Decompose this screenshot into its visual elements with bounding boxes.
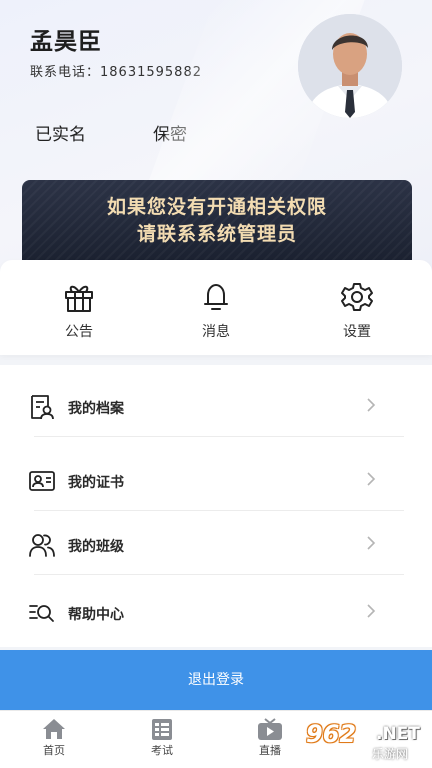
quick-announcement-label: 公告 bbox=[65, 324, 93, 340]
gift-icon bbox=[65, 285, 93, 312]
tab-live-label: 直播 bbox=[259, 744, 281, 757]
exam-icon bbox=[152, 719, 172, 740]
watermark-net: .NET bbox=[376, 724, 420, 744]
tab-exam[interactable]: 考试 bbox=[132, 717, 192, 758]
menu-item-certificate[interactable]: 我的证书 bbox=[28, 451, 404, 511]
quick-messages[interactable]: 消息 bbox=[176, 280, 256, 341]
banner-line-2: 请联系系统管理员 bbox=[136, 223, 297, 245]
logout-button[interactable]: 退出登录 bbox=[0, 650, 432, 710]
chevron-right-icon bbox=[367, 604, 376, 618]
gear-icon bbox=[341, 283, 373, 311]
tab-home-label: 首页 bbox=[43, 744, 65, 757]
verify-status: 已实名 bbox=[35, 125, 86, 145]
watermark-logo: 962 bbox=[306, 720, 357, 748]
phone-number: 18631595882 bbox=[100, 65, 202, 80]
banner-text: 如果您没有开通相关权限 请联系系统管理员 bbox=[22, 194, 412, 248]
menu-list: 我的档案 我的证书 我的班级 帮助中心 bbox=[0, 365, 432, 647]
phone-label: 联系电话： bbox=[30, 65, 101, 80]
quick-actions: 公告 消息 设置 bbox=[0, 260, 432, 355]
status-row: 已实名 保密 bbox=[35, 120, 187, 145]
user-name: 孟昊臣 bbox=[30, 29, 102, 55]
quick-settings[interactable]: 设置 bbox=[317, 280, 397, 341]
menu-item-class-label: 我的班级 bbox=[68, 539, 124, 555]
watermark-site: 乐游网 bbox=[372, 747, 409, 761]
tv-icon bbox=[258, 718, 282, 740]
tab-home[interactable]: 首页 bbox=[24, 717, 84, 758]
permission-banner: 如果您没有开通相关权限 请联系系统管理员 bbox=[22, 180, 412, 262]
avatar[interactable] bbox=[298, 14, 402, 118]
quick-messages-label: 消息 bbox=[202, 324, 230, 340]
quick-announcement[interactable]: 公告 bbox=[39, 280, 119, 341]
chevron-right-icon bbox=[367, 536, 376, 550]
id-card-icon bbox=[29, 471, 55, 491]
profile-file-icon bbox=[31, 395, 54, 420]
divider bbox=[34, 510, 404, 511]
tab-exam-label: 考试 bbox=[151, 744, 173, 757]
bell-icon bbox=[204, 284, 228, 310]
menu-item-certificate-label: 我的证书 bbox=[68, 475, 124, 491]
menu-item-profile-label: 我的档案 bbox=[68, 401, 124, 417]
group-icon bbox=[29, 534, 55, 557]
quick-settings-label: 设置 bbox=[343, 324, 371, 340]
menu-item-help-label: 帮助中心 bbox=[68, 607, 124, 623]
site-watermark: 962 .NET 乐游网 bbox=[300, 718, 432, 766]
home-icon bbox=[43, 719, 65, 739]
privacy-status: 保密 bbox=[153, 125, 187, 145]
menu-item-class[interactable]: 我的班级 bbox=[28, 515, 404, 575]
menu-item-help[interactable]: 帮助中心 bbox=[28, 583, 404, 643]
avatar-person-icon bbox=[298, 14, 402, 118]
divider bbox=[34, 574, 404, 575]
tab-live[interactable]: 直播 bbox=[240, 717, 300, 758]
phone-row: 联系电话：18631595882 bbox=[30, 61, 202, 80]
menu-item-profile[interactable]: 我的档案 bbox=[28, 377, 404, 437]
chevron-right-icon bbox=[367, 398, 376, 412]
chevron-right-icon bbox=[367, 472, 376, 486]
banner-line-1: 如果您没有开通相关权限 bbox=[106, 196, 327, 218]
search-list-icon bbox=[29, 605, 54, 622]
divider bbox=[34, 436, 404, 437]
